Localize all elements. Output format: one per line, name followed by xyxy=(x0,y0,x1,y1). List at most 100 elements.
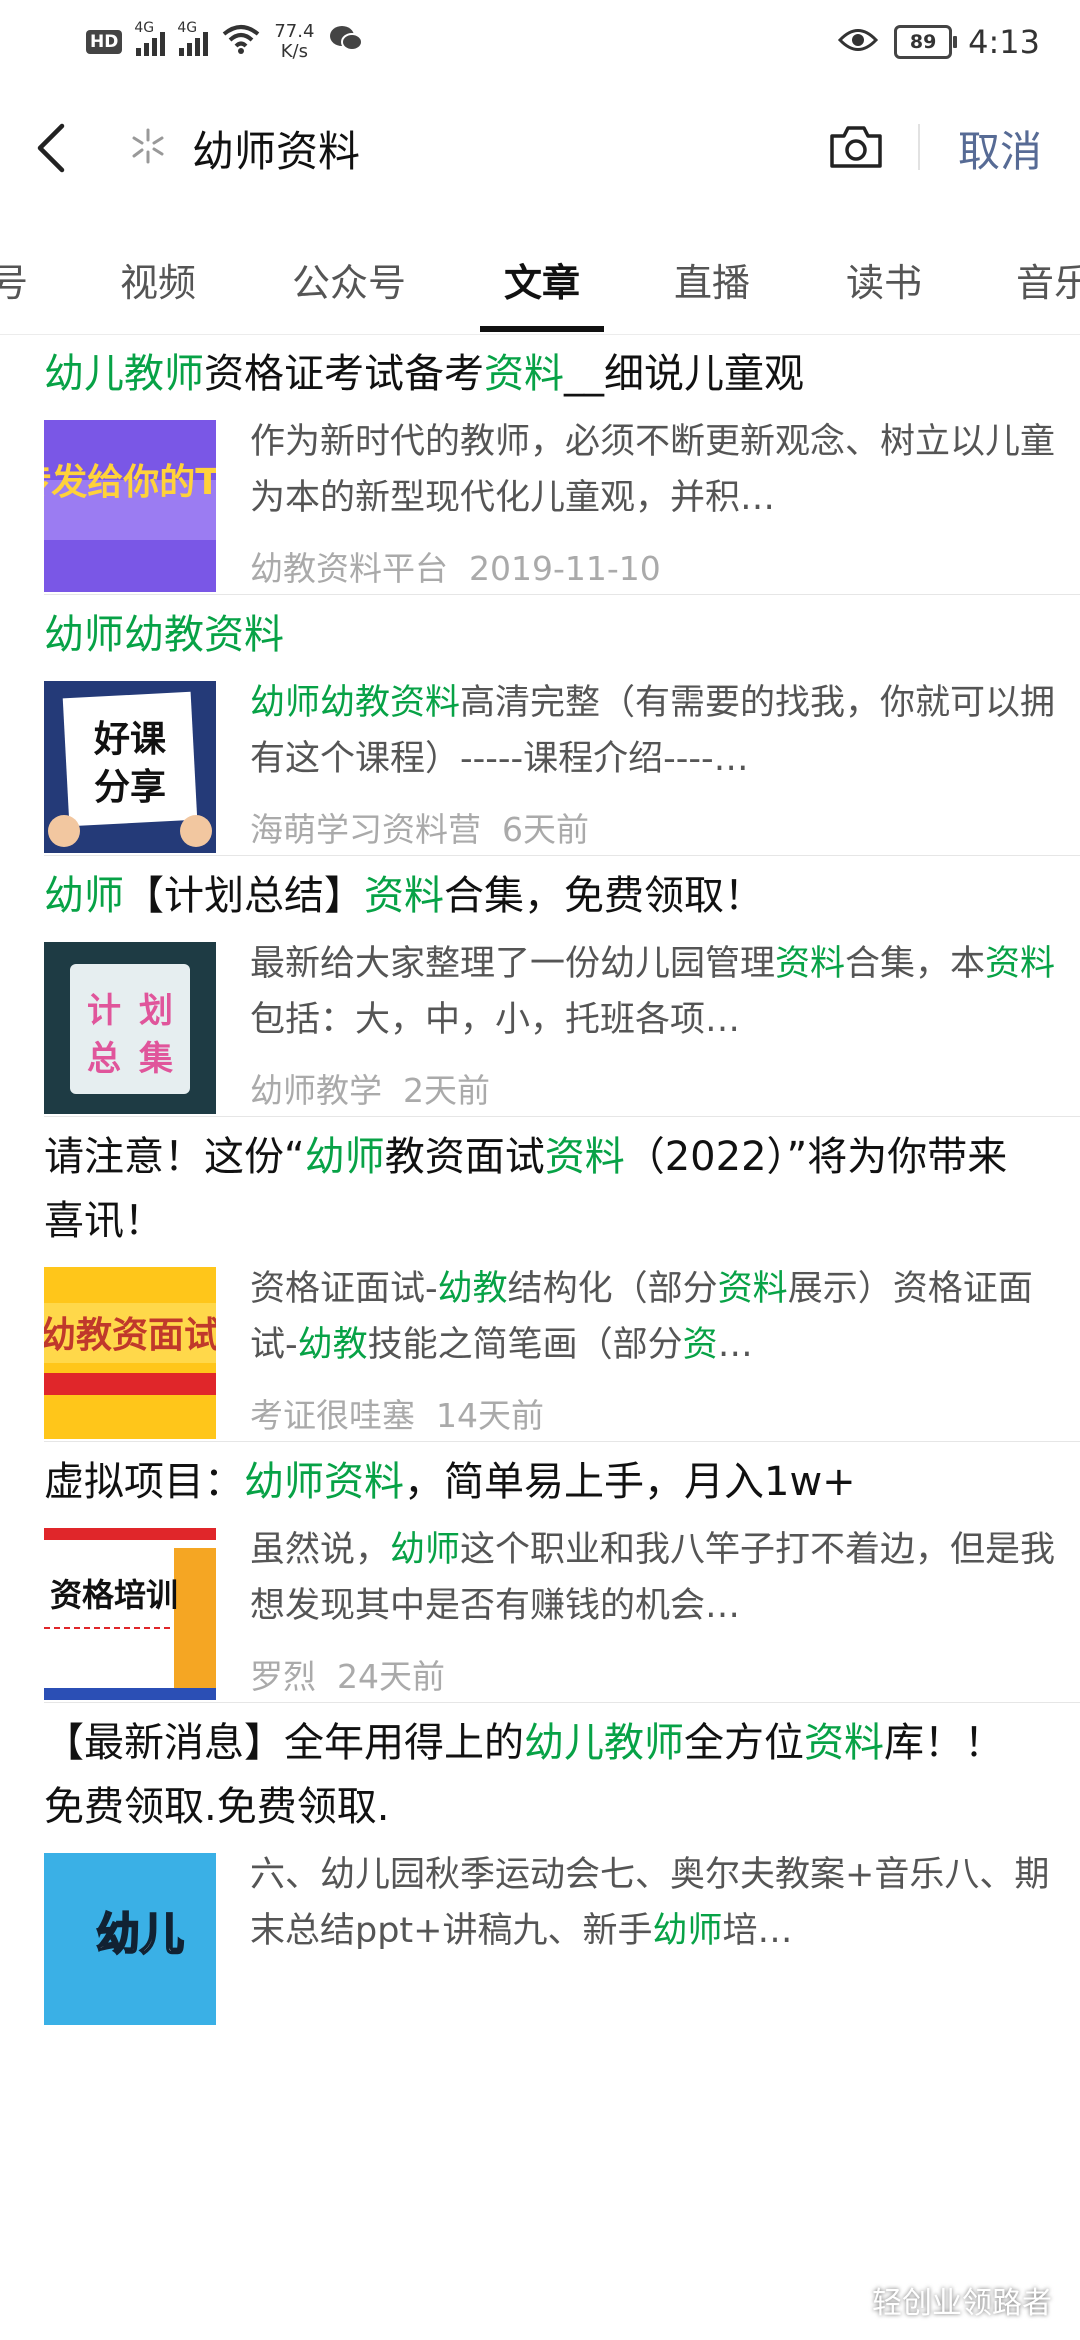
text-segment: 全方位 xyxy=(684,1720,804,1766)
article-snippet: 资格证面试-幼教结构化（部分资料展示）资格证面试-幼教技能之简笔画（部分资… xyxy=(250,1261,1080,1373)
text-segment: 合集，本 xyxy=(845,944,986,984)
battery-icon: 89 xyxy=(894,25,958,59)
article-snippet: 幼师幼教资料高清完整（有需要的找我，你就可以拥有这个课程）-----课程介绍--… xyxy=(250,675,1080,787)
text-segment: __细说儿童观 xyxy=(564,351,804,397)
text-segment: 【最新消息】全年用得上的 xyxy=(44,1720,524,1766)
list-item[interactable]: 幼师幼教资料 好课 分享 幼师幼教资料高清完整（有需要的找我，你就可以拥有这个课… xyxy=(44,595,1080,856)
list-item[interactable]: 幼师【计划总结】资料合集，免费领取！ 计 划 总 集 最新给大家整理了一份幼儿园… xyxy=(44,856,1080,1117)
article-time: 2019-11-10 xyxy=(468,549,661,588)
article-source: 海萌学习资料营 xyxy=(250,810,481,849)
article-source: 考证很哇塞 xyxy=(250,1396,415,1435)
article-source: 罗烈 xyxy=(250,1657,316,1696)
back-button[interactable] xyxy=(32,120,82,176)
network-speed: 77.4 K/s xyxy=(274,21,315,62)
status-bar: HD 4G 4G 77.4 K/s 89 4:13 xyxy=(0,0,1080,84)
article-source: 幼师教学 xyxy=(250,1071,382,1110)
category-tabs: 号 视频 公众号 文章 直播 读书 音乐 xyxy=(0,210,1080,335)
article-thumbnail: 传发给你的TA xyxy=(44,420,216,592)
text-segment: 资格证考试备考 xyxy=(204,351,484,397)
clock: 4:13 xyxy=(968,23,1040,61)
text-segment: 结构化（部分 xyxy=(507,1269,718,1309)
article-meta: 幼教资料平台 2019-11-10 xyxy=(250,542,661,590)
text-segment: … xyxy=(717,1325,753,1365)
tab-account[interactable]: 号 xyxy=(0,252,28,307)
article-title: 幼师【计划总结】资料合集，免费领取！ xyxy=(44,856,1080,928)
article-time: 6天前 xyxy=(501,810,589,849)
tab-article[interactable]: 文章 xyxy=(504,252,580,307)
watermark: 轻创业领路者 xyxy=(834,2278,1052,2322)
svg-text:传发给你的TA: 传发给你的TA xyxy=(44,462,216,503)
signal-icon-sim1: 4G xyxy=(134,20,166,56)
text-segment: 【计划总结】 xyxy=(124,873,364,919)
article-thumbnail: 幼教资面试 xyxy=(44,1267,216,1439)
article-results-list: 幼儿教师资格证考试备考资料__细说儿童观 传发给你的TA 作为新时代的教师，必须… xyxy=(0,334,1080,2340)
camera-icon[interactable] xyxy=(826,122,886,172)
keyword-highlight: 幼师 xyxy=(304,1134,385,1180)
keyword-highlight: 幼师 xyxy=(44,873,124,919)
tab-official-account[interactable]: 公众号 xyxy=(292,252,406,307)
list-item[interactable]: 幼儿教师资格证考试备考资料__细说儿童观 传发给你的TA 作为新时代的教师，必须… xyxy=(44,334,1080,595)
article-title: 幼师幼教资料 xyxy=(44,595,1080,667)
svg-text:幼儿: 幼儿 xyxy=(96,1909,184,1960)
wechat-icon xyxy=(328,24,364,60)
keyword-highlight: 资料 xyxy=(484,351,564,397)
keyword-highlight: 幼儿教师 xyxy=(524,1720,684,1766)
tab-live[interactable]: 直播 xyxy=(674,252,750,307)
hd-voice-icon: HD xyxy=(86,30,123,54)
keyword-highlight: 幼师 xyxy=(652,1911,723,1951)
svg-text:计: 计 xyxy=(87,991,121,1031)
article-title: 幼儿教师资格证考试备考资料__细说儿童观 xyxy=(44,334,1080,406)
keyword-highlight: 幼教 xyxy=(437,1269,508,1309)
search-sparkle-icon xyxy=(128,126,168,166)
keyword-highlight: 幼师幼教资料 xyxy=(250,683,461,723)
keyword-highlight: 资 xyxy=(682,1325,718,1365)
article-source: 幼教资料平台 xyxy=(250,549,448,588)
active-tab-indicator xyxy=(480,326,604,332)
article-thumbnail: 计 划 总 集 xyxy=(44,942,216,1114)
search-header: 幼师资料 取消 xyxy=(0,84,1080,210)
keyword-highlight: 资料 xyxy=(804,1720,884,1766)
tab-books[interactable]: 读书 xyxy=(846,252,922,307)
article-time: 24天前 xyxy=(336,1657,445,1696)
keyword-highlight: 资料 xyxy=(775,944,846,984)
article-meta: 罗烈 24天前 xyxy=(250,1650,445,1698)
watermark-text: 轻创业领路者 xyxy=(872,2286,1052,2321)
header-divider xyxy=(918,124,920,170)
text-segment: 请注意！这份“ xyxy=(44,1134,305,1180)
keyword-highlight: 幼师幼教资料 xyxy=(44,612,284,658)
signal-icon-sim2: 4G xyxy=(177,20,209,56)
keyword-highlight: 幼教 xyxy=(297,1325,368,1365)
keyword-highlight: 资料 xyxy=(985,944,1056,984)
article-thumbnail: 资格培训 xyxy=(44,1528,216,1700)
tab-music[interactable]: 音乐 xyxy=(1016,252,1080,307)
article-time: 14天前 xyxy=(435,1396,544,1435)
keyword-highlight: 幼师 xyxy=(390,1530,461,1570)
article-meta: 海萌学习资料营 6天前 xyxy=(250,803,589,851)
keyword-highlight: 幼师资料 xyxy=(244,1459,404,1505)
tab-video[interactable]: 视频 xyxy=(120,252,196,307)
svg-text:划: 划 xyxy=(139,991,173,1031)
article-meta: 考证很哇塞 14天前 xyxy=(250,1389,544,1437)
eye-icon xyxy=(838,23,879,61)
text-segment: 资格证面试- xyxy=(250,1269,438,1309)
wechat-icon xyxy=(834,2283,864,2318)
search-input[interactable]: 幼师资料 xyxy=(192,118,360,179)
list-item[interactable]: 【最新消息】全年用得上的幼儿教师全方位资料库！！免费领取.免费领取. 幼儿 六、… xyxy=(44,1703,1080,2027)
svg-text:总: 总 xyxy=(87,1039,121,1079)
article-snippet: 作为新时代的教师，必须不断更新观念、树立以儿童为本的新型现代化儿童观，并积… xyxy=(250,414,1080,526)
list-item[interactable]: 请注意！这份“幼师教资面试资料（2022）”将为你带来喜讯！ 幼教资面试 资格证… xyxy=(44,1117,1080,1442)
svg-text:集: 集 xyxy=(138,1039,173,1079)
text-segment: 作为新时代的教师，必须不断更新观念、树立以儿童为本的新型现代化儿童观，并积… xyxy=(250,422,1056,518)
list-item[interactable]: 虚拟项目：幼师资料，简单易上手，月入1w+ 资格培训 虽然说，幼师这个职业和我八… xyxy=(44,1442,1080,1703)
text-segment: 教资面试 xyxy=(384,1134,545,1180)
keyword-highlight: 幼儿教师 xyxy=(44,351,204,397)
keyword-highlight: 资料 xyxy=(544,1134,625,1180)
keyword-highlight: 资料 xyxy=(364,873,444,919)
cancel-button[interactable]: 取消 xyxy=(958,118,1042,179)
wifi-icon xyxy=(222,24,260,60)
article-thumbnail: 幼儿 xyxy=(44,1853,216,2025)
svg-text:好课: 好课 xyxy=(93,719,166,760)
text-segment: 虚拟项目： xyxy=(44,1459,244,1505)
article-snippet: 虽然说，幼师这个职业和我八竿子打不着边，但是我想发现其中是否有赚钱的机会… xyxy=(250,1522,1080,1634)
svg-text:资格培训: 资格培训 xyxy=(50,1576,178,1614)
